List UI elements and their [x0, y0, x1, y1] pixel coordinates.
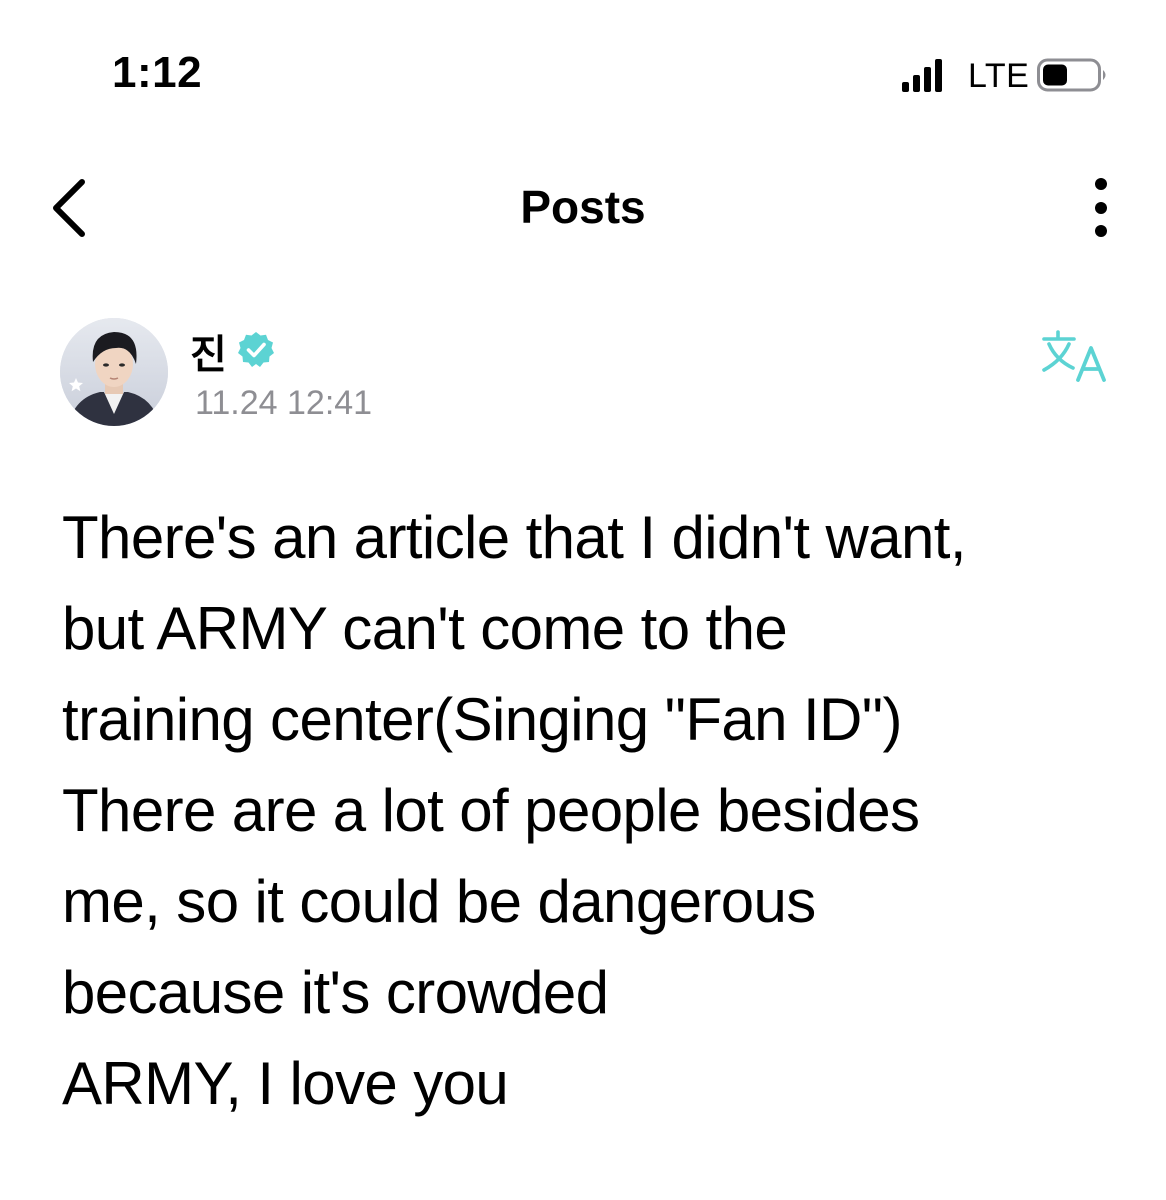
profile-photo-icon [60, 318, 168, 426]
network-type: LTE [968, 57, 1030, 95]
battery-icon [1037, 58, 1106, 92]
translate-icon [1042, 330, 1106, 382]
translate-button[interactable] [1040, 328, 1110, 384]
signal-bars-icon [902, 59, 942, 92]
avatar[interactable] [60, 318, 168, 426]
page-title: Posts [520, 181, 646, 233]
post-text-line: me, so it could be dangerous [62, 868, 816, 935]
status-bar: 1:12 LTE [0, 0, 1166, 150]
more-vertical-icon [1095, 178, 1107, 237]
post-text-line: There's an article that I didn't want, [62, 504, 967, 571]
post-text-line: There are a lot of people besides [62, 777, 920, 844]
post-text-line: but ARMY can't come to the [62, 595, 788, 662]
post-text-line: training center(Singing "Fan ID") [62, 686, 902, 753]
status-time: 1:12 [112, 48, 203, 97]
verified-badge-icon [238, 332, 274, 367]
more-options-button[interactable] [1076, 172, 1126, 244]
post-timestamp: 11.24 12:41 [195, 384, 373, 422]
post-text-line: ARMY, I love you [62, 1050, 509, 1117]
post-body: There's an article that I didn't want, b… [62, 492, 1132, 1129]
author-name[interactable]: 진 [190, 322, 227, 380]
post-text-line: because it's crowded [62, 959, 609, 1026]
